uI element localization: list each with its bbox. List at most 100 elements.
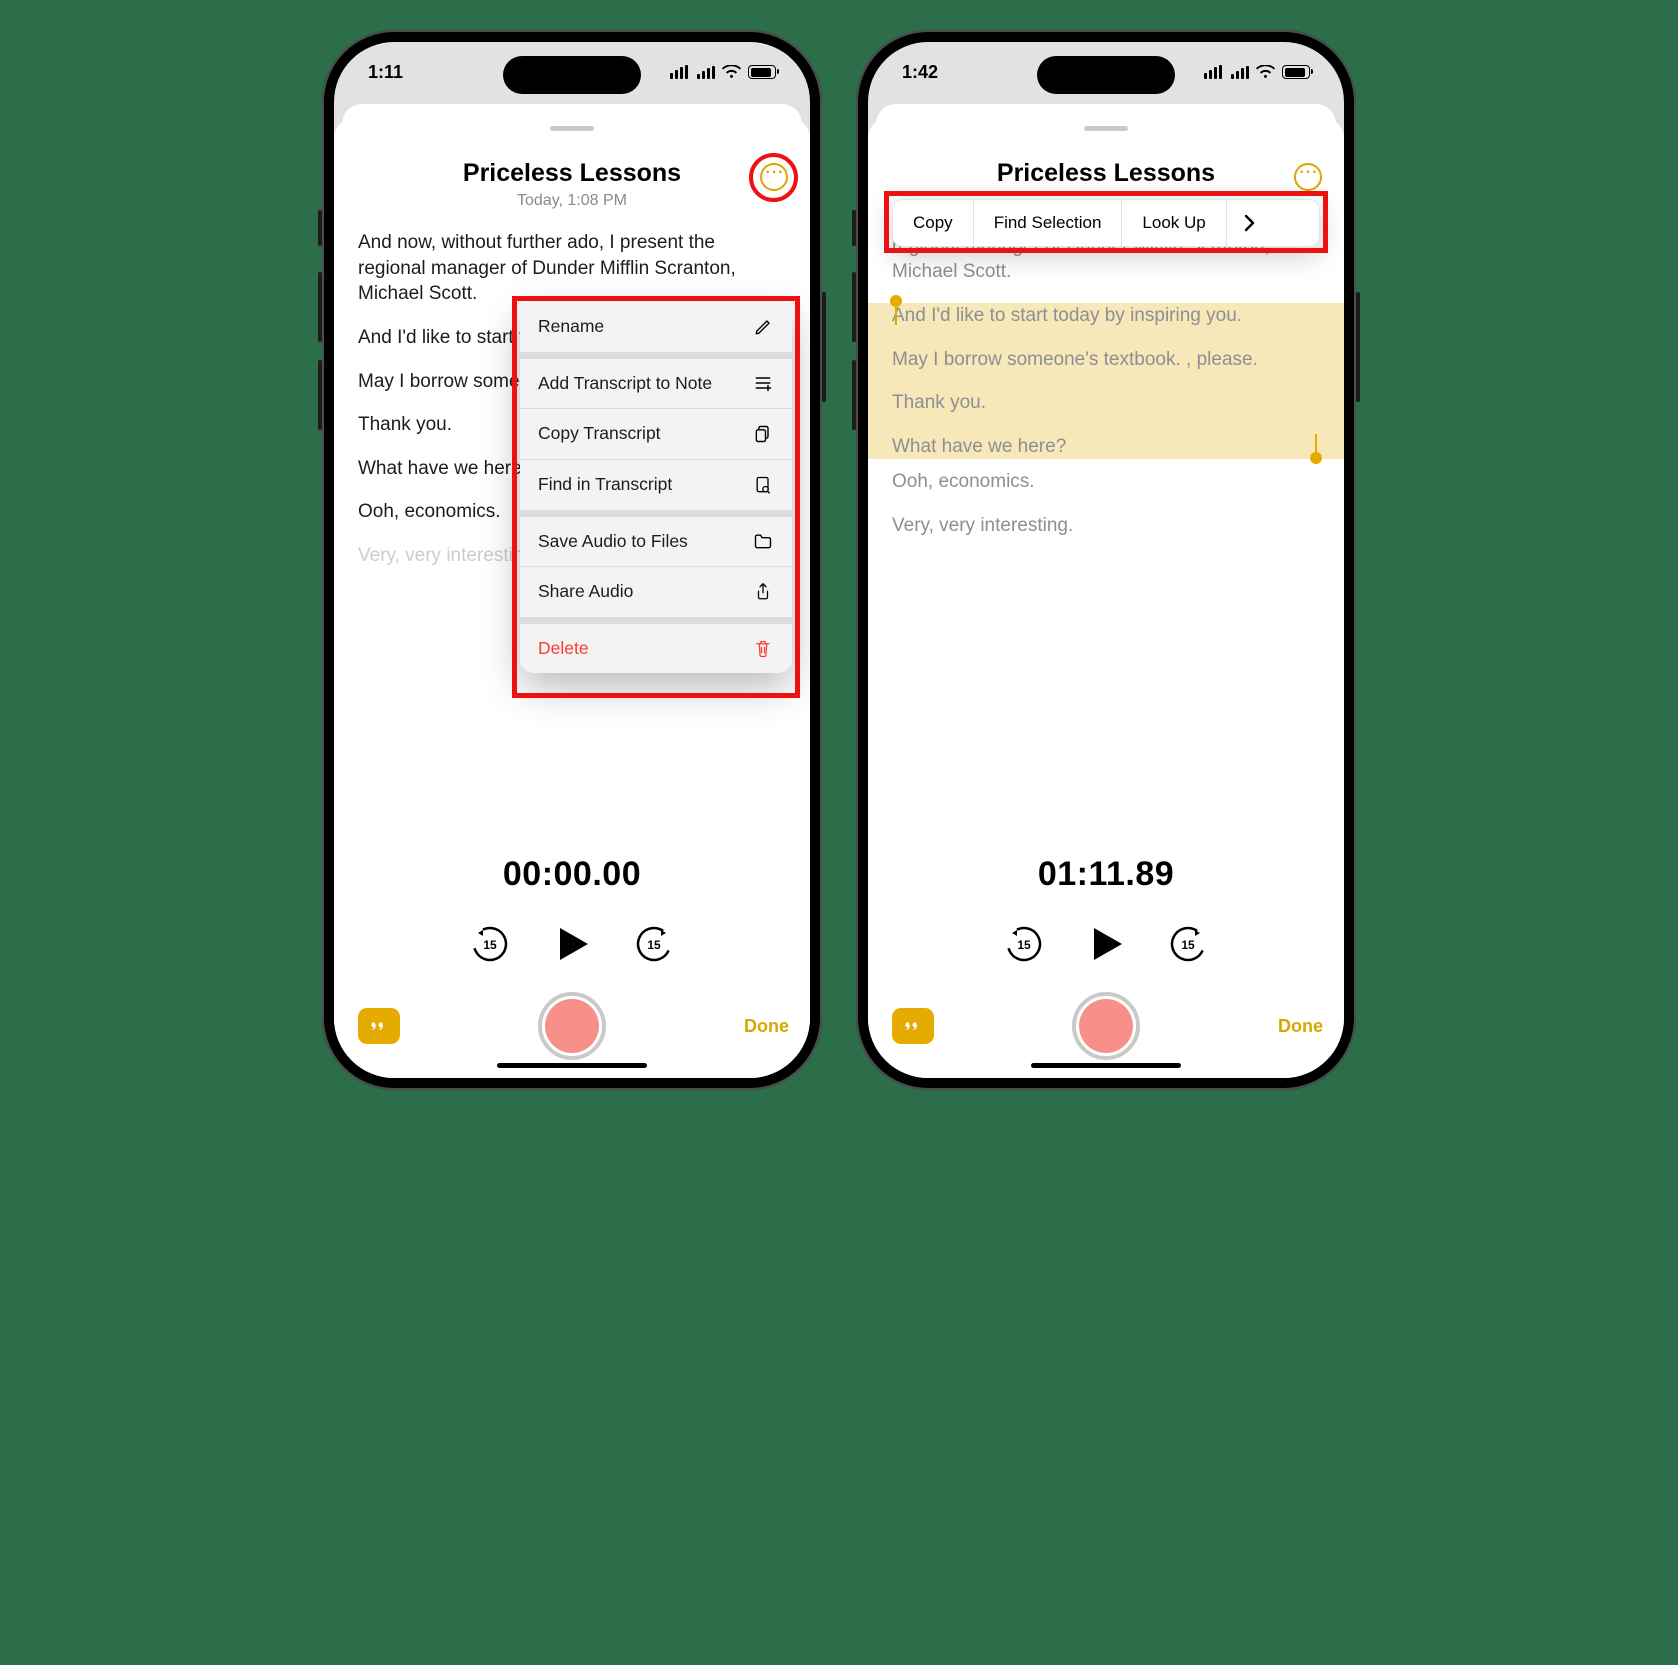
popup-copy[interactable]: Copy — [893, 200, 974, 246]
wifi-icon — [722, 65, 741, 79]
skip-forward-15-button[interactable]: 15 — [1168, 924, 1208, 964]
status-time: 1:42 — [902, 62, 938, 83]
more-button[interactable]: ··· — [760, 163, 788, 191]
battery-icon — [1282, 65, 1310, 79]
chevron-right-icon — [1243, 214, 1255, 232]
svg-text:15: 15 — [483, 938, 497, 952]
selection-handle-start[interactable] — [890, 295, 902, 307]
menu-copy-transcript[interactable]: Copy Transcript — [520, 409, 792, 460]
status-time: 1:11 — [368, 62, 403, 83]
record-inner — [545, 999, 599, 1053]
screen: 1:42 Priceless Lessons ··· Copy — [868, 42, 1344, 1078]
battery-icon — [748, 65, 776, 79]
svg-text:15: 15 — [647, 938, 661, 952]
transcript-line[interactable]: Ooh, economics. — [892, 469, 1320, 495]
dynamic-island — [503, 56, 641, 94]
transcript-toggle-button[interactable] — [358, 1008, 400, 1044]
recording-title: Priceless Lessons — [888, 159, 1324, 188]
record-inner — [1079, 999, 1133, 1053]
fade-overlay — [334, 775, 810, 845]
menu-save-audio[interactable]: Save Audio to Files — [520, 517, 792, 568]
selection-popup-wrap: Copy Find Selection Look Up — [892, 199, 1320, 247]
side-button — [318, 210, 322, 246]
recording-subtitle: Today, 1:08 PM — [354, 192, 790, 210]
transcript-line[interactable]: May I borrow someone's textbook. , pleas… — [892, 347, 1320, 373]
menu-label: Find in Transcript — [538, 473, 672, 497]
sheet-stack: Priceless Lessons Today, 1:08 PM ··· And… — [334, 104, 810, 1078]
recording-title: Priceless Lessons — [354, 159, 790, 188]
menu-find-in-transcript[interactable]: Find in Transcript — [520, 460, 792, 517]
menu-label: Add Transcript to Note — [538, 372, 712, 396]
menu-label: Delete — [538, 637, 589, 661]
trash-icon — [752, 639, 774, 659]
quote-icon — [902, 1017, 924, 1035]
side-button — [852, 210, 856, 246]
signal-icon — [697, 66, 715, 79]
play-button[interactable] — [1084, 922, 1128, 966]
text-add-icon — [752, 374, 774, 392]
menu-add-to-note[interactable]: Add Transcript to Note — [520, 359, 792, 410]
volume-up-button — [852, 272, 856, 342]
transcript-area[interactable]: And now, without further ado, I present … — [334, 210, 810, 845]
menu-share-audio[interactable]: Share Audio — [520, 567, 792, 624]
main-sheet: Priceless Lessons Today, 1:08 PM ··· And… — [334, 118, 810, 1078]
menu-label: Rename — [538, 315, 604, 339]
folder-icon — [752, 532, 774, 550]
ellipsis-icon: ··· — [766, 165, 785, 181]
done-button[interactable]: Done — [1278, 1016, 1320, 1037]
ellipsis-icon: ··· — [1300, 165, 1319, 181]
phone-left: 1:11 Priceless Lessons Today, 1:08 PM ··… — [322, 30, 822, 1090]
wifi-icon — [1256, 65, 1275, 79]
home-indicator[interactable] — [1031, 1063, 1181, 1068]
phone-right: 1:42 Priceless Lessons ··· Copy — [856, 30, 1356, 1090]
menu-delete[interactable]: Delete — [520, 624, 792, 674]
popup-find-selection[interactable]: Find Selection — [974, 200, 1123, 246]
skip-back-15-button[interactable]: 15 — [1004, 924, 1044, 964]
menu-label: Copy Transcript — [538, 422, 661, 446]
record-button[interactable] — [1072, 992, 1140, 1060]
menu-label: Save Audio to Files — [538, 530, 688, 554]
fade-overlay — [868, 775, 1344, 845]
player-controls: 01:11.89 15 15 Done — [868, 845, 1344, 1078]
skip-back-15-button[interactable]: 15 — [470, 924, 510, 964]
signal-secondary-icon — [670, 66, 688, 79]
main-sheet: Priceless Lessons ··· Copy Find Selectio… — [868, 118, 1344, 1078]
transcript-area[interactable]: And now, without further ado, I present … — [868, 188, 1344, 845]
selection-handle-end[interactable] — [1310, 452, 1322, 464]
pencil-icon — [752, 318, 774, 336]
player-controls: 00:00.00 15 15 Done — [334, 845, 810, 1078]
share-icon — [752, 582, 774, 602]
sheet-stack: Priceless Lessons ··· Copy Find Selectio… — [868, 104, 1344, 1078]
doc-search-icon — [752, 475, 774, 495]
power-button — [822, 292, 826, 402]
more-button[interactable]: ··· — [1294, 163, 1322, 191]
svg-text:15: 15 — [1017, 938, 1031, 952]
title-row: Priceless Lessons Today, 1:08 PM ··· — [334, 131, 810, 210]
screen: 1:11 Priceless Lessons Today, 1:08 PM ··… — [334, 42, 810, 1078]
volume-down-button — [852, 360, 856, 430]
transcript-line[interactable]: Very, very interesting. — [892, 513, 1320, 539]
transcript-line[interactable]: What have we here? — [892, 434, 1320, 460]
done-button[interactable]: Done — [744, 1016, 786, 1037]
transcript-line[interactable]: And I'd like to start today by inspiring… — [892, 303, 1320, 329]
skip-forward-15-button[interactable]: 15 — [634, 924, 674, 964]
volume-up-button — [318, 272, 322, 342]
menu-rename[interactable]: Rename — [520, 302, 792, 359]
home-indicator[interactable] — [497, 1063, 647, 1068]
play-button[interactable] — [550, 922, 594, 966]
doc-on-doc-icon — [752, 424, 774, 444]
popup-more[interactable] — [1227, 200, 1271, 246]
transcript-line[interactable]: And now, without further ado, I present … — [358, 230, 786, 307]
popup-look-up[interactable]: Look Up — [1122, 200, 1226, 246]
selection-highlight[interactable]: And I'd like to start today by inspiring… — [868, 303, 1344, 460]
record-button[interactable] — [538, 992, 606, 1060]
transcript-line[interactable]: Thank you. — [892, 390, 1320, 416]
dynamic-island — [1037, 56, 1175, 94]
status-icons — [670, 65, 776, 79]
status-icons — [1204, 65, 1310, 79]
volume-down-button — [318, 360, 322, 430]
title-row: Priceless Lessons ··· Copy Find Selectio… — [868, 131, 1344, 188]
playback-time: 00:00.00 — [358, 855, 786, 894]
transcript-toggle-button[interactable] — [892, 1008, 934, 1044]
selection-popup: Copy Find Selection Look Up — [892, 199, 1320, 247]
